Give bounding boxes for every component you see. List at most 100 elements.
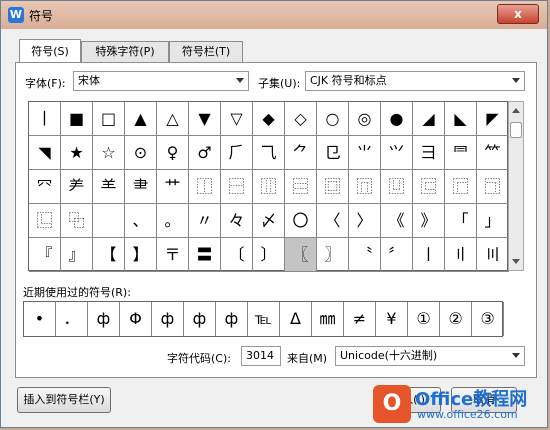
symbol-cell[interactable]: 〞 (381, 238, 413, 272)
symbol-cell[interactable]: 〡 (413, 238, 445, 272)
symbol-cell[interactable]: ■ (61, 102, 93, 136)
symbol-cell[interactable]: 〉 (349, 204, 381, 238)
symbol-cell[interactable]: ⿻ (61, 204, 93, 238)
symbol-cell[interactable]: ♂ (189, 136, 221, 170)
recent-symbol-cell[interactable]: ℡ (248, 302, 280, 336)
symbol-cell[interactable]: 〇 (285, 204, 317, 238)
recent-symbol-cell[interactable]: ф (152, 302, 184, 336)
tab-special-chars[interactable]: 特殊字符(P) (81, 41, 169, 62)
symbol-cell[interactable]: ☆ (93, 136, 125, 170)
symbol-cell[interactable]: ▼ (189, 102, 221, 136)
symbol-cell[interactable]: 「 (445, 204, 477, 238)
symbol-cell[interactable]: ⺍ (381, 136, 413, 170)
symbol-cell[interactable]: △ (157, 102, 189, 136)
symbol-cell[interactable]: 〃 (189, 204, 221, 238)
symbol-cell[interactable]: ♀ (157, 136, 189, 170)
symbol-cell[interactable]: ◤ (477, 102, 509, 136)
insert-to-bar-button[interactable]: 插入到符号栏(Y) (17, 387, 111, 413)
recent-symbol-cell[interactable]: • (24, 302, 56, 336)
symbol-cell[interactable]: ⺾ (157, 170, 189, 204)
symbol-cell[interactable]: ⺄ (253, 136, 285, 170)
symbol-cell[interactable]: 、 (125, 204, 157, 238)
grid-scrollbar[interactable] (508, 101, 524, 271)
scroll-down-icon[interactable] (512, 259, 520, 264)
symbol-cell[interactable]: 〒 (157, 238, 189, 272)
recent-symbol-cell[interactable]: ≠ (344, 302, 376, 336)
symbol-cell[interactable]: 〈 (317, 204, 349, 238)
symbol-cell[interactable]: 〔 (221, 238, 253, 272)
symbol-cell[interactable]: ▲ (125, 102, 157, 136)
recent-symbol-cell[interactable]: ① (408, 302, 440, 336)
symbol-cell[interactable]: ◣ (445, 102, 477, 136)
recent-symbol-cell[interactable]: ③ (472, 302, 504, 336)
symbol-cell[interactable]: 〕 (253, 238, 285, 272)
symbol-cell[interactable]: 〆 (253, 204, 285, 238)
symbol-cell[interactable]: ⿹ (477, 170, 509, 204)
recent-symbol-cell[interactable]: Φ (120, 302, 152, 336)
symbol-cell[interactable]: ⺜ (445, 136, 477, 170)
symbol-cell[interactable]: 』 (61, 238, 93, 272)
symbol-cell[interactable]: ⿵ (349, 170, 381, 204)
tab-symbol[interactable]: 符号(S) (19, 39, 81, 62)
symbol-cell[interactable]: 〣 (477, 238, 509, 272)
symbol-cell[interactable]: ⿳ (285, 170, 317, 204)
font-select[interactable]: 宋体 (73, 71, 249, 91)
tab-symbol-bar[interactable]: 符号栏(T) (169, 41, 243, 62)
symbol-cell[interactable]: ● (381, 102, 413, 136)
recent-symbol-cell[interactable]: Δ (280, 302, 312, 336)
symbol-cell[interactable]: ◎ (349, 102, 381, 136)
symbol-cell[interactable]: 〢 (445, 238, 477, 272)
symbol-cell[interactable]: ⿷ (413, 170, 445, 204)
symbol-cell[interactable]: ⺳ (29, 170, 61, 204)
symbol-cell[interactable]: 『 (29, 238, 61, 272)
symbol-cell[interactable]: ⺌ (349, 136, 381, 170)
symbol-cell[interactable]: ⊙ (125, 136, 157, 170)
recent-symbol-cell[interactable]: ф (184, 302, 216, 336)
recent-symbol-cell[interactable]: ㎜ (312, 302, 344, 336)
symbol-cell[interactable]: 丨 (29, 102, 61, 136)
symbol-cell[interactable]: ⿺ (29, 204, 61, 238)
symbol-cell[interactable]: 】 (125, 238, 157, 272)
symbol-cell[interactable]: □ (93, 102, 125, 136)
symbol-cell[interactable]: ○ (317, 102, 349, 136)
symbol-cell[interactable]: ⿶ (381, 170, 413, 204)
recent-symbol-cell[interactable]: ф (216, 302, 248, 336)
symbol-cell[interactable]: ⺶ (61, 170, 93, 204)
symbol-cell[interactable]: ⺮ (477, 136, 509, 170)
symbol-cell[interactable]: ⺁ (221, 136, 253, 170)
symbol-cell[interactable]: ⺋ (317, 136, 349, 170)
symbol-cell[interactable]: ⺻ (125, 170, 157, 204)
symbol-cell[interactable]: ⺕ (413, 136, 445, 170)
symbol-cell[interactable]: ⿰ (189, 170, 221, 204)
symbol-cell[interactable]: ⿱ (221, 170, 253, 204)
symbol-cell[interactable]: ◢ (413, 102, 445, 136)
recent-symbol-cell[interactable]: ② (440, 302, 472, 336)
recent-symbol-cell[interactable]: ． (56, 302, 88, 336)
symbol-cell[interactable]: ◥ (29, 136, 61, 170)
subset-select[interactable]: CJK 符号和标点 (305, 71, 525, 91)
scroll-up-icon[interactable] (512, 108, 520, 113)
symbol-cell[interactable]: 〖 (285, 238, 317, 272)
close-button[interactable]: x (497, 4, 539, 24)
symbol-cell[interactable]: ⿴ (317, 170, 349, 204)
symbol-cell[interactable]: 〗 (317, 238, 349, 272)
symbol-cell[interactable]: ◆ (253, 102, 285, 136)
symbol-cell[interactable]: 》 (413, 204, 445, 238)
symbol-cell[interactable]: ⿸ (445, 170, 477, 204)
recent-symbol-cell[interactable]: ¥ (376, 302, 408, 336)
symbol-cell[interactable]: 々 (221, 204, 253, 238)
symbol-cell[interactable]: ◇ (285, 102, 317, 136)
symbol-cell[interactable]: ⺈ (285, 136, 317, 170)
symbol-cell[interactable]: 。 (157, 204, 189, 238)
symbol-cell[interactable] (93, 204, 125, 238)
symbol-cell[interactable]: ⿲ (253, 170, 285, 204)
char-code-input[interactable]: 3014 (241, 346, 281, 366)
symbol-cell[interactable]: 〝 (349, 238, 381, 272)
symbol-cell[interactable]: 〓 (189, 238, 221, 272)
symbol-cell[interactable]: ★ (61, 136, 93, 170)
scroll-thumb[interactable] (510, 122, 522, 138)
symbol-cell[interactable]: 《 (381, 204, 413, 238)
symbol-cell[interactable]: ⺷ (93, 170, 125, 204)
symbol-cell[interactable]: 」 (477, 204, 509, 238)
recent-symbol-cell[interactable]: ф (88, 302, 120, 336)
